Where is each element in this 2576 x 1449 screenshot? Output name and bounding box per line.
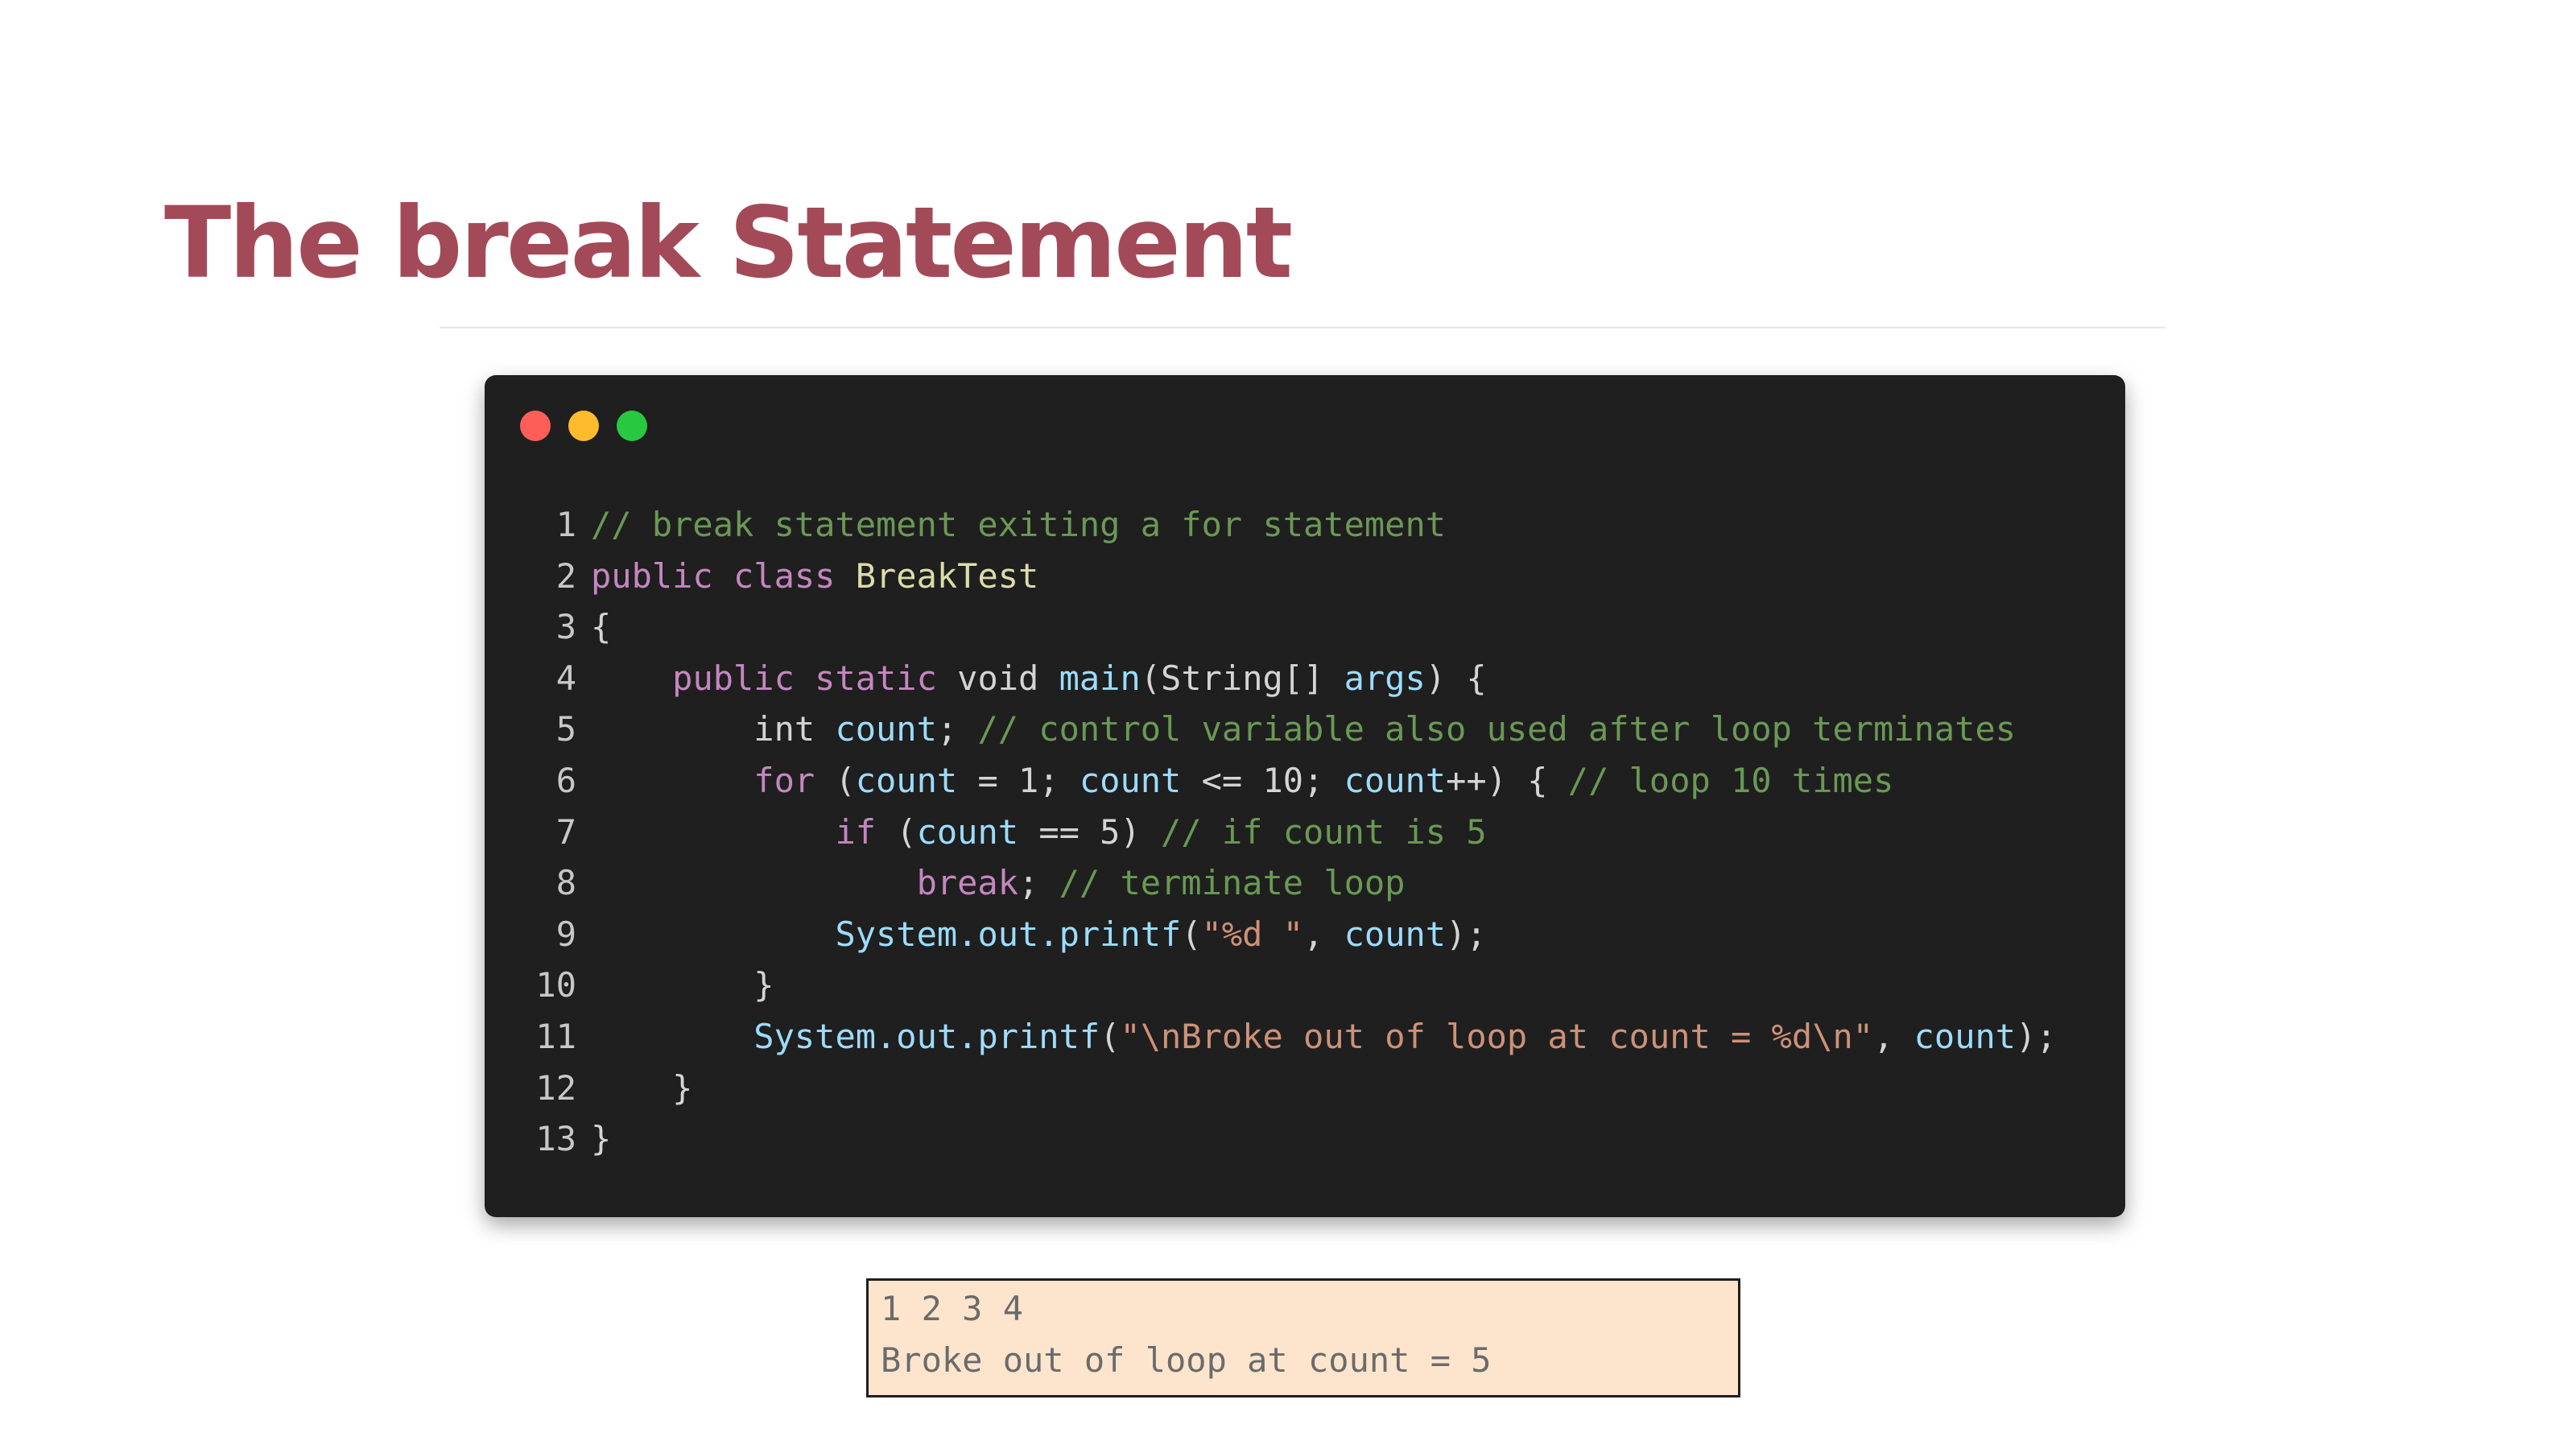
minimize-window-dot-icon [568, 411, 599, 441]
code-token-var: count [916, 811, 1019, 852]
line-number: 12 [535, 1067, 576, 1108]
maximize-window-dot-icon [617, 411, 647, 441]
code-token-plain: ++) { [1446, 760, 1568, 800]
code-token-var: count [1079, 760, 1182, 800]
code-token-plain: ; [1018, 863, 1059, 903]
slide-title: The break Statement [164, 186, 1293, 300]
code-token-plain: (String[] [1140, 658, 1344, 698]
code-token-keyword: public class [591, 555, 856, 596]
code-token-plain: } [591, 1119, 612, 1159]
code-token-plain: ( [876, 811, 917, 852]
code-line: 8 break; // terminate loop [515, 857, 2057, 909]
code-line: 5 int count; // control variable also us… [515, 704, 2057, 755]
line-number: 7 [555, 811, 576, 852]
line-number: 8 [555, 863, 576, 903]
code-token-func: System.out.printf [835, 914, 1182, 954]
code-token-var: count [1344, 914, 1447, 954]
code-line: 13} [515, 1113, 2057, 1165]
code-token-plain: } [591, 1067, 693, 1108]
code-token-plain: int [591, 709, 836, 749]
code-token-keyword: public static [672, 658, 958, 698]
code-token-plain: } [591, 965, 774, 1005]
line-number: 5 [555, 709, 576, 749]
code-token-comment: // terminate loop [1059, 863, 1406, 903]
line-number: 1 [555, 505, 576, 544]
code-line: 9 System.out.printf("%d ", count); [515, 909, 2057, 960]
line-number: 6 [555, 760, 576, 800]
code-token-func: main [1059, 658, 1141, 698]
line-number: 11 [535, 1016, 576, 1056]
line-number: 4 [555, 658, 576, 698]
code-token-var: count [1913, 1016, 2017, 1056]
code-token-plain: == 5) [1018, 811, 1162, 852]
code-token-comment: // if count is 5 [1161, 811, 1487, 852]
code-token-plain: ) { [1425, 658, 1487, 698]
code-line: 10 } [515, 960, 2057, 1011]
code-token-string: "%d " [1201, 914, 1304, 954]
code-token-comment: // loop 10 times [1567, 760, 1894, 800]
code-token-keyword: if [835, 811, 877, 852]
code-token-comment: // control variable also used after loop… [977, 709, 2017, 749]
code-token-func: System.out.printf [753, 1016, 1100, 1056]
code-line: 1 // break statement exiting a for statem… [515, 499, 2057, 551]
line-number: 13 [535, 1119, 576, 1159]
code-token-var: count [1344, 760, 1447, 800]
code-token-var: args [1344, 658, 1426, 698]
program-output: 1 2 3 4 Broke out of loop at count = 5 [881, 1283, 1492, 1385]
code-token-plain: <= 10; [1181, 760, 1344, 800]
slide: The break Statement 1 // break statement … [0, 0, 2576, 1449]
output-line: 1 2 3 4 [881, 1289, 1024, 1328]
line-number: 2 [555, 555, 576, 596]
code-token-plain: ( [1181, 914, 1202, 954]
output-line: Broke out of loop at count = 5 [881, 1340, 1492, 1380]
code-line: 12 } [515, 1063, 2057, 1114]
code-token-plain: , [1873, 1016, 1914, 1056]
code-block: 1 // break statement exiting a for statem… [515, 499, 2057, 1165]
code-token-plain: = 1; [957, 760, 1080, 800]
line-number: 3 [555, 607, 576, 647]
code-token-comment: // break statement exiting a for stateme… [591, 505, 1447, 544]
code-line: 6 for (count = 1; count <= 10; count++) … [515, 755, 2057, 807]
code-line: 4 public static void main(String[] args)… [515, 653, 2057, 704]
code-token-plain: ( [1100, 1016, 1121, 1056]
code-token-keyword: break [916, 863, 1019, 903]
code-token-plain: , [1303, 914, 1344, 954]
code-token-var: count [855, 760, 958, 800]
code-token-plain: ; [936, 709, 978, 749]
code-line: 11 System.out.printf("\nBroke out of loo… [515, 1011, 2057, 1063]
line-number: 9 [555, 914, 576, 954]
code-token-class: BreakTest [855, 555, 1039, 596]
code-token-plain: ); [1446, 914, 1487, 954]
code-token-plain: ( [815, 760, 856, 800]
line-number: 10 [535, 965, 576, 1005]
code-line: 3{ [515, 601, 2057, 653]
code-token-string: "\nBroke out of loop at count = %d\n" [1120, 1016, 1874, 1056]
code-token-plain: { [591, 607, 612, 647]
title-divider [440, 327, 2165, 328]
code-token-keyword: for [753, 760, 815, 800]
code-line: 2 public class BreakTest [515, 551, 2057, 602]
close-window-dot-icon [520, 411, 551, 441]
code-token-plain: void [957, 658, 1059, 698]
code-token-plain: ); [2016, 1016, 2057, 1056]
code-token-var: count [835, 709, 937, 749]
code-line: 7 if (count == 5) // if count is 5 [515, 807, 2057, 858]
